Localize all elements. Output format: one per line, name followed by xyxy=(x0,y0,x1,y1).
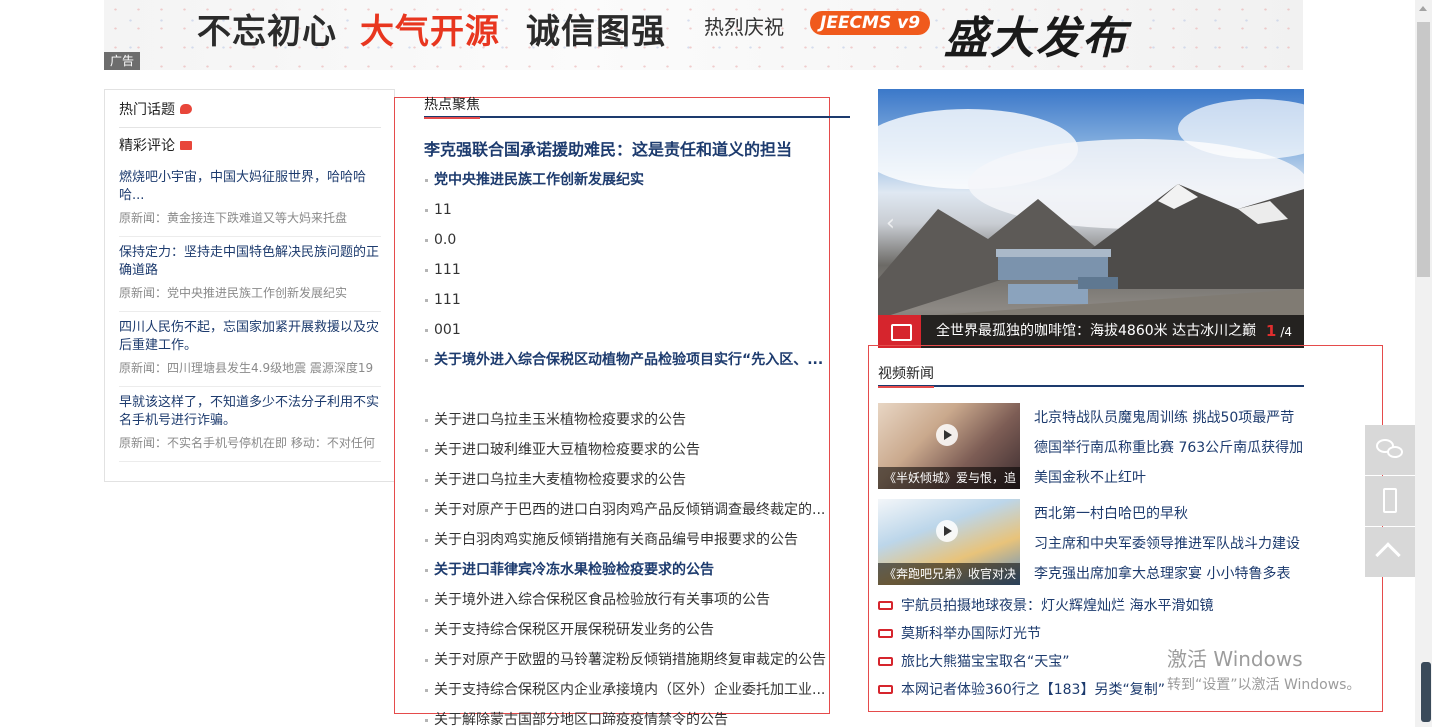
floating-toolbar xyxy=(1365,425,1415,578)
video-list-title: 宇航员拍摄地球夜景：灯火辉煌灿烂 海水平滑如镜 xyxy=(901,598,1214,614)
comments-label: 精彩评论 xyxy=(119,138,175,154)
play-icon xyxy=(936,520,958,542)
video-list-item[interactable]: 宇航员拍摄地球夜景：灯火辉煌灿烂 海水平滑如镜 xyxy=(878,592,1213,620)
hot-focus-label[interactable]: 热点聚焦 xyxy=(424,95,480,119)
comment-title[interactable]: 燃烧吧小宇宙，中国大妈征服世界，哈哈哈哈... xyxy=(119,169,381,205)
hot-focus-item[interactable]: 111 xyxy=(424,285,832,315)
comment-list: 燃烧吧小宇宙，中国大妈征服世界，哈哈哈哈... 原新闻：黄金接连下跌难道又等大妈来… xyxy=(119,162,381,462)
hot-focus-item[interactable]: 关于境外进入综合保税区食品检验放行有关事项的公告 xyxy=(424,585,832,615)
video-icon xyxy=(878,656,893,666)
video-list-title: 莫斯科举办国际灯光节 xyxy=(901,626,1041,642)
mobile-icon xyxy=(1383,488,1397,513)
comment-title[interactable]: 早就该这样了，不知道多少不法分子利用不实名手机号进行诈骗。 xyxy=(119,394,381,430)
back-to-top-button[interactable] xyxy=(1365,527,1415,577)
comment-source[interactable]: 原新闻：四川理塘县发生4.9级地震 震源深度19 xyxy=(119,360,381,376)
banner-slogan-3: 诚信图强 xyxy=(526,12,666,52)
video-list: 宇航员拍摄地球夜景：灯火辉煌灿烂 海水平滑如镜 莫斯科举办国际灯光节 旅比大熊猫… xyxy=(878,592,1213,704)
hot-focus-item[interactable]: 关于白羽肉鸡实施反倾销措施有关商品编号申报要求的公告 xyxy=(424,525,832,555)
mountain-photo xyxy=(878,99,1304,348)
video-news-header: 视频新闻 xyxy=(878,363,1304,388)
video-icon xyxy=(878,684,893,694)
hot-topics-label: 热门话题 xyxy=(119,101,175,118)
banner-slogan-1: 不忘初心 xyxy=(197,12,337,52)
hot-focus-item[interactable]: 关于进口菲律宾冷冻水果检验检疫要求的公告 xyxy=(424,555,832,585)
page-scrollbar[interactable] xyxy=(1415,0,1432,727)
video-links-group-1: 北京特战队员魔鬼周训练 挑战50项最严苛 德国举行南瓜称重比赛 763公斤南瓜获… xyxy=(1034,403,1309,493)
hot-focus-header: 热点聚焦 xyxy=(424,94,850,119)
comment-item: 四川人民伤不起，忘国家加紧开展救援以及灾后重建工作。原新闻：四川理塘县发生4.9… xyxy=(119,312,381,387)
video-list-item[interactable]: 本网记者体验360行之【183】另类“复制” xyxy=(878,676,1213,704)
comment-source[interactable]: 原新闻：黄金接连下跌难道又等大妈来托盘 xyxy=(119,210,381,226)
video-news-label[interactable]: 视频新闻 xyxy=(878,364,934,388)
mobile-button[interactable] xyxy=(1365,476,1415,526)
video-caption-2: 《奔跑吧兄弟》收官对决 xyxy=(878,563,1020,585)
slider-total: /4 xyxy=(1280,325,1292,339)
video-list-item[interactable]: 旅比大熊猫宝宝取名“天宝” xyxy=(878,648,1213,676)
comment-item: 早就该这样了，不知道多少不法分子利用不实名手机号进行诈骗。原新闻：不实名手机号停… xyxy=(119,387,381,462)
back-to-top-icon xyxy=(1375,542,1401,568)
banner-slogan-2: 大气开源 xyxy=(360,12,500,52)
hot-focus-list: 党中央推进民族工作创新发展纪实 11 0.0 111 111 001 关于境外进入综合保税区… xyxy=(424,165,834,727)
video-icon xyxy=(878,628,893,638)
video-link[interactable]: 习主席和中央军委领导推进军队战斗力建设 xyxy=(1034,529,1309,559)
video-link[interactable]: 美国金秋不止红叶 xyxy=(1034,463,1309,493)
hot-focus-item[interactable]: 党中央推进民族工作创新发展纪实 xyxy=(424,165,832,195)
video-list-title: 旅比大熊猫宝宝取名“天宝” xyxy=(901,654,1070,670)
hot-focus-item[interactable]: 0.0 xyxy=(424,225,832,255)
photo-slider[interactable]: ‹ 全世界最孤独的咖啡馆：海拔4860米 达古冰川之巅 1/4 xyxy=(878,89,1304,348)
hot-focus-item[interactable]: 关于支持综合保税区开展保税研发业务的公告 xyxy=(424,615,832,645)
slider-caption[interactable]: 全世界最孤独的咖啡馆：海拔4860米 达古冰川之巅 xyxy=(936,320,1256,340)
hot-focus-item[interactable]: 关于境外进入综合保税区动植物产品检验项目实行“先入区、... xyxy=(424,345,832,405)
comment-item: 保持定力：坚持走中国特色解决民族问题的正确道路原新闻：党中央推进民族工作创新发展… xyxy=(119,237,381,312)
chat-bubble-icon xyxy=(180,103,192,114)
video-caption-1: 《半妖倾城》爱与恨，追 xyxy=(878,467,1020,489)
hot-focus-item[interactable]: 关于进口乌拉圭大麦植物检疫要求的公告 xyxy=(424,465,832,495)
banner-version-badge: JEECMS v9 xyxy=(810,11,931,35)
comment-item: 燃烧吧小宇宙，中国大妈征服世界，哈哈哈哈... 原新闻：黄金接连下跌难道又等大妈来… xyxy=(119,162,381,237)
hot-focus-item[interactable]: 001 xyxy=(424,315,832,345)
scrollbar-thumb[interactable] xyxy=(1417,22,1430,277)
comment-icon xyxy=(180,140,192,150)
hot-focus-item[interactable]: 关于进口乌拉圭玉米植物检疫要求的公告 xyxy=(424,405,832,435)
hot-topics-header[interactable]: 热门话题 xyxy=(119,90,381,128)
ad-tag: 广告 xyxy=(104,52,140,70)
slider-index: 1/4 xyxy=(1266,322,1292,340)
wechat-icon-bubble xyxy=(1387,446,1403,458)
hot-focus-item[interactable]: 11 xyxy=(424,195,832,225)
video-list-title: 本网记者体验360行之【183】另类“复制” xyxy=(901,682,1165,698)
wechat-button[interactable] xyxy=(1365,425,1415,475)
slider-prev-arrow[interactable]: ‹ xyxy=(886,211,895,236)
image-icon xyxy=(878,315,921,348)
scrollbar-corner xyxy=(1421,662,1431,722)
hot-focus-item[interactable]: 关于支持综合保税区内企业承接境内（区外）企业委托加工业... xyxy=(424,675,832,705)
banner-launch: 盛大发布 xyxy=(944,13,1128,64)
video-icon xyxy=(878,600,893,610)
comment-source[interactable]: 原新闻：党中央推进民族工作创新发展纪实 xyxy=(119,285,381,301)
page: 不忘初心 大气开源 诚信图强 热烈庆祝 JEECMS v9 盛大发布 广告 热门… xyxy=(0,0,1432,727)
comment-title[interactable]: 保持定力：坚持走中国特色解决民族问题的正确道路 xyxy=(119,244,381,280)
left-sidebar: 热门话题 精彩评论 燃烧吧小宇宙，中国大妈征服世界，哈哈哈哈... 原新闻：黄金接… xyxy=(104,89,395,482)
hot-focus-item[interactable]: 关于对原产于欧盟的马铃薯淀粉反倾销措施期终复审裁定的公告 xyxy=(424,645,832,675)
comment-source[interactable]: 原新闻：不实名手机号停机在即 移动：不对任何 xyxy=(119,435,381,451)
ad-banner[interactable]: 不忘初心 大气开源 诚信图强 热烈庆祝 JEECMS v9 盛大发布 xyxy=(104,0,1303,70)
video-link[interactable]: 李克强出席加拿大总理家宴 小小特鲁多表 xyxy=(1034,559,1309,589)
scroll-up-arrow[interactable] xyxy=(1419,6,1427,11)
hot-focus-item[interactable]: 111 xyxy=(424,255,832,285)
hot-focus-item[interactable]: 关于解除蒙古国部分地区口蹄疫疫情禁令的公告 xyxy=(424,705,832,727)
play-icon xyxy=(936,424,958,446)
banner-celebrate: 热烈庆祝 xyxy=(704,15,784,39)
hot-focus-item[interactable]: 关于进口玻利维亚大豆植物检疫要求的公告 xyxy=(424,435,832,465)
video-list-item[interactable]: 莫斯科举办国际灯光节 xyxy=(878,620,1213,648)
video-link[interactable]: 西北第一村白哈巴的早秋 xyxy=(1034,499,1309,529)
slider-current: 1 xyxy=(1265,322,1277,340)
video-links-group-2: 西北第一村白哈巴的早秋 习主席和中央军委领导推进军队战斗力建设 李克强出席加拿大… xyxy=(1034,499,1309,589)
hot-focus-item[interactable]: 关于对原产于巴西的进口白羽肉鸡产品反倾销调查最终裁定的... xyxy=(424,495,832,525)
comment-title[interactable]: 四川人民伤不起，忘国家加紧开展救援以及灾后重建工作。 xyxy=(119,319,381,355)
video-link[interactable]: 德国举行南瓜称重比赛 763公斤南瓜获得加 xyxy=(1034,433,1309,463)
hot-focus-headline[interactable]: 李克强联合国承诺援助难民：这是责任和道义的担当 xyxy=(424,136,792,160)
video-thumbnail-1[interactable]: 《半妖倾城》爱与恨，追 xyxy=(878,403,1020,489)
video-link[interactable]: 北京特战队员魔鬼周训练 挑战50项最严苛 xyxy=(1034,403,1309,433)
comments-header[interactable]: 精彩评论 xyxy=(119,128,381,162)
video-thumbnail-2[interactable]: 《奔跑吧兄弟》收官对决 xyxy=(878,499,1020,585)
